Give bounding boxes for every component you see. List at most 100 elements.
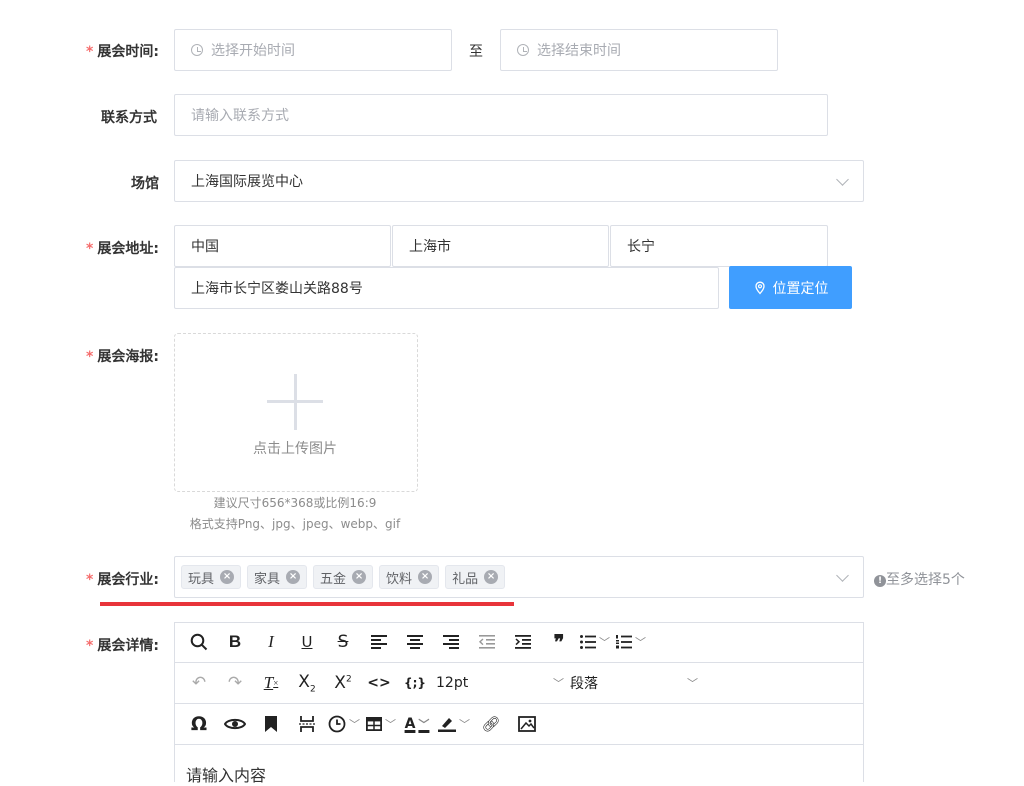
omega-icon: Ω bbox=[190, 713, 208, 735]
poster-label: * 展会海报: bbox=[86, 346, 159, 366]
page-break-icon bbox=[299, 716, 315, 732]
time-separator: 至 bbox=[469, 44, 483, 60]
chevron-down-icon: ﹀ bbox=[418, 718, 430, 731]
underline-button[interactable]: U bbox=[292, 627, 322, 657]
code-block-icon: {;} bbox=[404, 676, 426, 690]
close-icon[interactable]: × bbox=[220, 570, 235, 584]
plus-icon bbox=[267, 374, 323, 430]
clear-format-button[interactable]: T × bbox=[256, 668, 286, 698]
text-color-button[interactable]: A ﹀ bbox=[402, 709, 432, 739]
numbered-list-icon bbox=[616, 635, 632, 649]
detail-label-text: 展会详情: bbox=[97, 638, 159, 654]
link-icon: 🔗︎ bbox=[481, 715, 501, 733]
align-right-button[interactable] bbox=[436, 627, 466, 657]
blockquote-button[interactable]: ❞ bbox=[544, 627, 574, 657]
redo-button[interactable]: ↷ bbox=[220, 668, 250, 698]
bullet-list-icon bbox=[580, 635, 596, 649]
editor-toolbar-row-2: ↶ ↷ T × X2 X2 <> {;} 12pt ﹀ 段落 ﹀ bbox=[174, 663, 864, 704]
city-select[interactable]: 上海市 bbox=[392, 225, 609, 267]
address-detail-input[interactable]: 上海市长宁区娄山关路88号 bbox=[174, 267, 719, 309]
indent-button[interactable] bbox=[508, 627, 538, 657]
industry-tag: 礼品 × bbox=[445, 565, 506, 589]
numbered-list-button[interactable]: ﹀ bbox=[616, 627, 646, 657]
bullet-list-button[interactable]: ﹀ bbox=[580, 627, 610, 657]
chevron-down-icon: ﹀ bbox=[687, 677, 698, 690]
strikethrough-button[interactable]: S bbox=[328, 627, 358, 657]
address-detail-value: 上海市长宁区娄山关路88号 bbox=[191, 281, 363, 297]
chevron-down-icon: ﹀ bbox=[635, 636, 646, 649]
tag-label: 家具 bbox=[254, 571, 281, 587]
venue-label: 场馆 bbox=[131, 176, 159, 192]
industry-tag: 饮料 × bbox=[379, 565, 440, 589]
bold-button[interactable]: B bbox=[220, 627, 250, 657]
close-icon[interactable]: × bbox=[352, 570, 367, 584]
outdent-button[interactable] bbox=[472, 627, 502, 657]
poster-upload[interactable]: 点击上传图片 bbox=[174, 333, 418, 492]
required-asterisk: * bbox=[86, 241, 94, 257]
highlight-underline bbox=[100, 602, 514, 606]
address-label-text: 展会地址: bbox=[97, 241, 159, 257]
start-time-picker[interactable]: 选择开始时间 bbox=[174, 29, 452, 71]
image-button[interactable] bbox=[512, 709, 542, 739]
indent-icon bbox=[515, 635, 531, 649]
clear-format-icon: T bbox=[263, 673, 274, 692]
contact-input[interactable]: 请输入联系方式 bbox=[174, 94, 828, 136]
country-select[interactable]: 中国 bbox=[174, 225, 391, 267]
redo-icon: ↷ bbox=[227, 673, 243, 693]
industry-label-text: 展会行业: bbox=[97, 572, 159, 588]
italic-button[interactable]: I bbox=[256, 627, 286, 657]
page-break-button[interactable] bbox=[292, 709, 322, 739]
editor-content-area[interactable]: 请输入内容 bbox=[175, 746, 863, 786]
industry-tag: 家具 × bbox=[247, 565, 308, 589]
font-size-select[interactable]: 12pt ﹀ bbox=[436, 668, 564, 698]
undo-button[interactable]: ↶ bbox=[184, 668, 214, 698]
poster-label-text: 展会海报: bbox=[97, 349, 159, 365]
link-button[interactable]: 🔗︎ bbox=[476, 709, 506, 739]
venue-value: 上海国际展览中心 bbox=[191, 174, 303, 190]
contact-placeholder: 请输入联系方式 bbox=[191, 108, 289, 124]
upload-text: 点击上传图片 bbox=[253, 441, 337, 457]
tag-label: 饮料 bbox=[386, 571, 413, 587]
venue-select[interactable]: 上海国际展览中心 bbox=[174, 160, 864, 202]
clear-format-x-icon: × bbox=[273, 678, 279, 688]
paragraph-select[interactable]: 段落 ﹀ bbox=[570, 668, 698, 698]
tag-label: 五金 bbox=[320, 571, 347, 587]
industry-tag: 玩具 × bbox=[181, 565, 242, 589]
datetime-button[interactable]: ﹀ bbox=[328, 709, 360, 739]
font-size-value: 12pt bbox=[436, 675, 469, 691]
end-time-picker[interactable]: 选择结束时间 bbox=[500, 29, 778, 71]
align-center-button[interactable] bbox=[400, 627, 430, 657]
editor-toolbar-row-3: Ω ﹀ ﹀ A ﹀ ﹀ 🔗︎ bbox=[174, 704, 864, 745]
locate-button-label: 位置定位 bbox=[772, 280, 829, 297]
bold-icon: B bbox=[228, 632, 242, 651]
align-left-button[interactable] bbox=[364, 627, 394, 657]
special-char-button[interactable]: Ω bbox=[184, 709, 214, 739]
address-label: * 展会地址: bbox=[86, 238, 159, 258]
close-icon[interactable]: × bbox=[286, 570, 301, 584]
subscript-icon: X2 bbox=[298, 671, 316, 695]
search-replace-button[interactable] bbox=[184, 627, 214, 657]
preview-button[interactable] bbox=[220, 709, 250, 739]
chevron-down-icon: ﹀ bbox=[599, 636, 610, 649]
industry-multiselect[interactable]: 玩具 × 家具 × 五金 × 饮料 × 礼品 × bbox=[174, 556, 864, 598]
underline-icon: U bbox=[301, 633, 313, 651]
bookmark-button[interactable] bbox=[256, 709, 286, 739]
highlight-color-button[interactable]: ﹀ bbox=[438, 709, 470, 739]
required-asterisk: * bbox=[86, 44, 94, 60]
locate-button[interactable]: 位置定位 bbox=[729, 266, 852, 309]
close-icon[interactable]: × bbox=[484, 570, 499, 584]
detail-label: * 展会详情: bbox=[86, 635, 159, 655]
close-icon[interactable]: × bbox=[418, 570, 433, 584]
clock-icon bbox=[328, 715, 346, 733]
district-value: 长宁 bbox=[627, 239, 655, 255]
image-icon bbox=[518, 716, 536, 732]
paragraph-value: 段落 bbox=[570, 676, 598, 692]
superscript-button[interactable]: X2 bbox=[328, 668, 358, 698]
code-button[interactable]: <> bbox=[364, 668, 394, 698]
superscript-icon: X2 bbox=[334, 673, 352, 693]
code-block-button[interactable]: {;} bbox=[400, 668, 430, 698]
table-button[interactable]: ﹀ bbox=[366, 709, 396, 739]
subscript-button[interactable]: X2 bbox=[292, 668, 322, 698]
district-select[interactable]: 长宁 bbox=[610, 225, 828, 267]
chevron-down-icon: ﹀ bbox=[459, 718, 470, 731]
